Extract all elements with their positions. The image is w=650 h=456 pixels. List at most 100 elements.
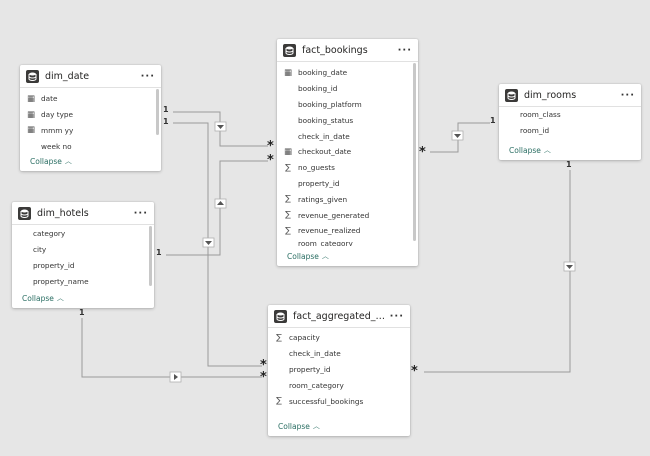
table-icon (505, 88, 518, 102)
collapse-label: Collapse (30, 156, 62, 166)
collapse-label: Collapse (287, 251, 319, 261)
table-card-header[interactable]: fact_aggregated_booki... ··· (268, 305, 410, 328)
table-card-dim-hotels[interactable]: dim_hotels ··· category city property_id… (12, 202, 154, 308)
more-options-icon[interactable]: ··· (621, 90, 635, 101)
cardinality-one-label: 1 (163, 117, 169, 126)
field-label: revenue_realized (298, 226, 361, 236)
field-row[interactable]: booking_status (277, 112, 418, 128)
field-label: revenue_generated (298, 210, 370, 220)
cardinality-many-label: * (267, 153, 274, 168)
field-row[interactable]: check_in_date (268, 346, 410, 362)
field-label: capacity (289, 333, 320, 343)
field-row[interactable]: ▦ date (20, 91, 161, 107)
field-label: booking_status (298, 115, 354, 125)
field-label: date (41, 94, 58, 104)
field-row[interactable]: city (12, 242, 154, 258)
relationship-line-date-aggregated (173, 122, 262, 367)
more-options-icon[interactable]: ··· (390, 311, 404, 322)
table-card-header[interactable]: dim_date ··· (20, 65, 161, 88)
field-list: ▦ date ▦ day type ▦ mmm yy week no (20, 88, 161, 154)
collapse-button[interactable]: Collapse ︿ (12, 288, 64, 308)
table-card-header[interactable]: dim_hotels ··· (12, 202, 154, 225)
field-label: room_category (289, 380, 344, 390)
field-label: day type (41, 110, 74, 120)
field-row[interactable]: room_class (499, 107, 641, 123)
more-options-icon[interactable]: ··· (134, 208, 148, 219)
table-card-header[interactable]: fact_bookings ··· (277, 39, 418, 62)
calendar-icon: ▦ (283, 67, 293, 78)
field-label: booking_id (298, 84, 338, 94)
chevron-up-icon: ︿ (64, 157, 72, 165)
table-card-fact-aggregated-bookings[interactable]: fact_aggregated_booki... ··· ∑ capacity c… (268, 305, 410, 436)
sigma-icon: ∑ (285, 194, 291, 205)
table-card-dim-date[interactable]: dim_date ··· ▦ date ▦ day type ▦ mmm yy wee… (20, 65, 161, 171)
field-row[interactable]: ▦ mmm yy (20, 123, 161, 139)
collapse-button[interactable]: Collapse ︿ (277, 246, 329, 266)
calendar-icon: ▦ (26, 93, 36, 104)
table-title: dim_rooms (524, 89, 577, 101)
field-label: ratings_given (298, 194, 348, 204)
field-label: booking_date (298, 68, 348, 78)
field-row[interactable]: ▦ checkout_date (277, 144, 418, 160)
field-label: category (33, 229, 66, 239)
field-row[interactable]: ∑ successful_bookings (268, 393, 410, 409)
field-row[interactable]: booking_id (277, 81, 418, 97)
field-row[interactable]: ▦ day type (20, 107, 161, 123)
cardinality-many-label: * (260, 370, 267, 385)
table-icon (283, 43, 296, 57)
table-title: dim_hotels (37, 207, 89, 219)
model-canvas[interactable]: 1 1 1 1 1 1 * * * * * * dim_date ··· ▦ da… (0, 0, 650, 456)
field-row[interactable]: room_category (277, 239, 418, 246)
scrollbar[interactable] (149, 226, 152, 286)
cardinality-one-label: 1 (156, 248, 162, 257)
field-list: ▦ booking_date booking_id booking_platfor… (277, 62, 418, 246)
field-label: property_name (33, 276, 89, 286)
field-row[interactable]: ∑ ratings_given (277, 191, 418, 207)
scrollbar[interactable] (413, 63, 416, 241)
collapse-button[interactable]: Collapse ︿ (499, 140, 551, 160)
cardinality-many-label: * (267, 139, 274, 154)
field-row[interactable]: ∑ capacity (268, 330, 410, 346)
field-label: room_class (520, 110, 561, 120)
cardinality-many-label: * (419, 145, 426, 160)
sigma-icon: ∑ (276, 396, 282, 407)
table-title: fact_aggregated_booki... (293, 310, 386, 322)
field-label: week no (41, 141, 72, 151)
field-row[interactable]: property_id (277, 176, 418, 192)
table-icon (18, 206, 31, 220)
field-label: checkout_date (298, 147, 352, 157)
relationship-line-rooms-aggregated (424, 170, 571, 373)
field-row[interactable]: property_id (12, 258, 154, 274)
chevron-up-icon: ︿ (543, 146, 551, 154)
chevron-up-icon: ︿ (56, 294, 64, 302)
scrollbar[interactable] (156, 89, 159, 135)
table-card-header[interactable]: dim_rooms ··· (499, 84, 641, 107)
relationship-line-hotels-aggregated (81, 318, 262, 378)
field-list: category city property_id property_name (12, 225, 154, 289)
field-row[interactable]: ▦ booking_date (277, 65, 418, 81)
field-row[interactable]: category (12, 226, 154, 242)
sigma-icon: ∑ (285, 162, 291, 173)
collapse-label: Collapse (22, 293, 54, 303)
field-row[interactable]: ∑ no_guests (277, 160, 418, 176)
field-row[interactable]: booking_platform (277, 97, 418, 113)
field-row[interactable]: room_id (499, 123, 641, 139)
table-icon (274, 309, 287, 323)
field-row[interactable]: property_name (12, 273, 154, 289)
collapse-label: Collapse (509, 145, 541, 155)
collapse-button[interactable]: Collapse ︿ (268, 416, 320, 436)
field-row[interactable]: ∑ revenue_generated (277, 207, 418, 223)
field-row[interactable]: check_in_date (277, 128, 418, 144)
collapse-button[interactable]: Collapse ︿ (20, 151, 72, 171)
field-row[interactable]: property_id (268, 362, 410, 378)
table-title: dim_date (45, 70, 90, 82)
table-card-dim-rooms[interactable]: dim_rooms ··· room_class room_id Collaps… (499, 84, 641, 160)
field-label: check_in_date (289, 349, 341, 359)
more-options-icon[interactable]: ··· (398, 45, 412, 56)
field-row[interactable]: room_category (268, 377, 410, 393)
field-row[interactable]: ∑ revenue_realized (277, 223, 418, 239)
calendar-icon: ▦ (26, 125, 36, 136)
cardinality-many-label: * (411, 364, 418, 379)
table-card-fact-bookings[interactable]: fact_bookings ··· ▦ booking_date booking_… (277, 39, 418, 266)
more-options-icon[interactable]: ··· (141, 71, 155, 82)
